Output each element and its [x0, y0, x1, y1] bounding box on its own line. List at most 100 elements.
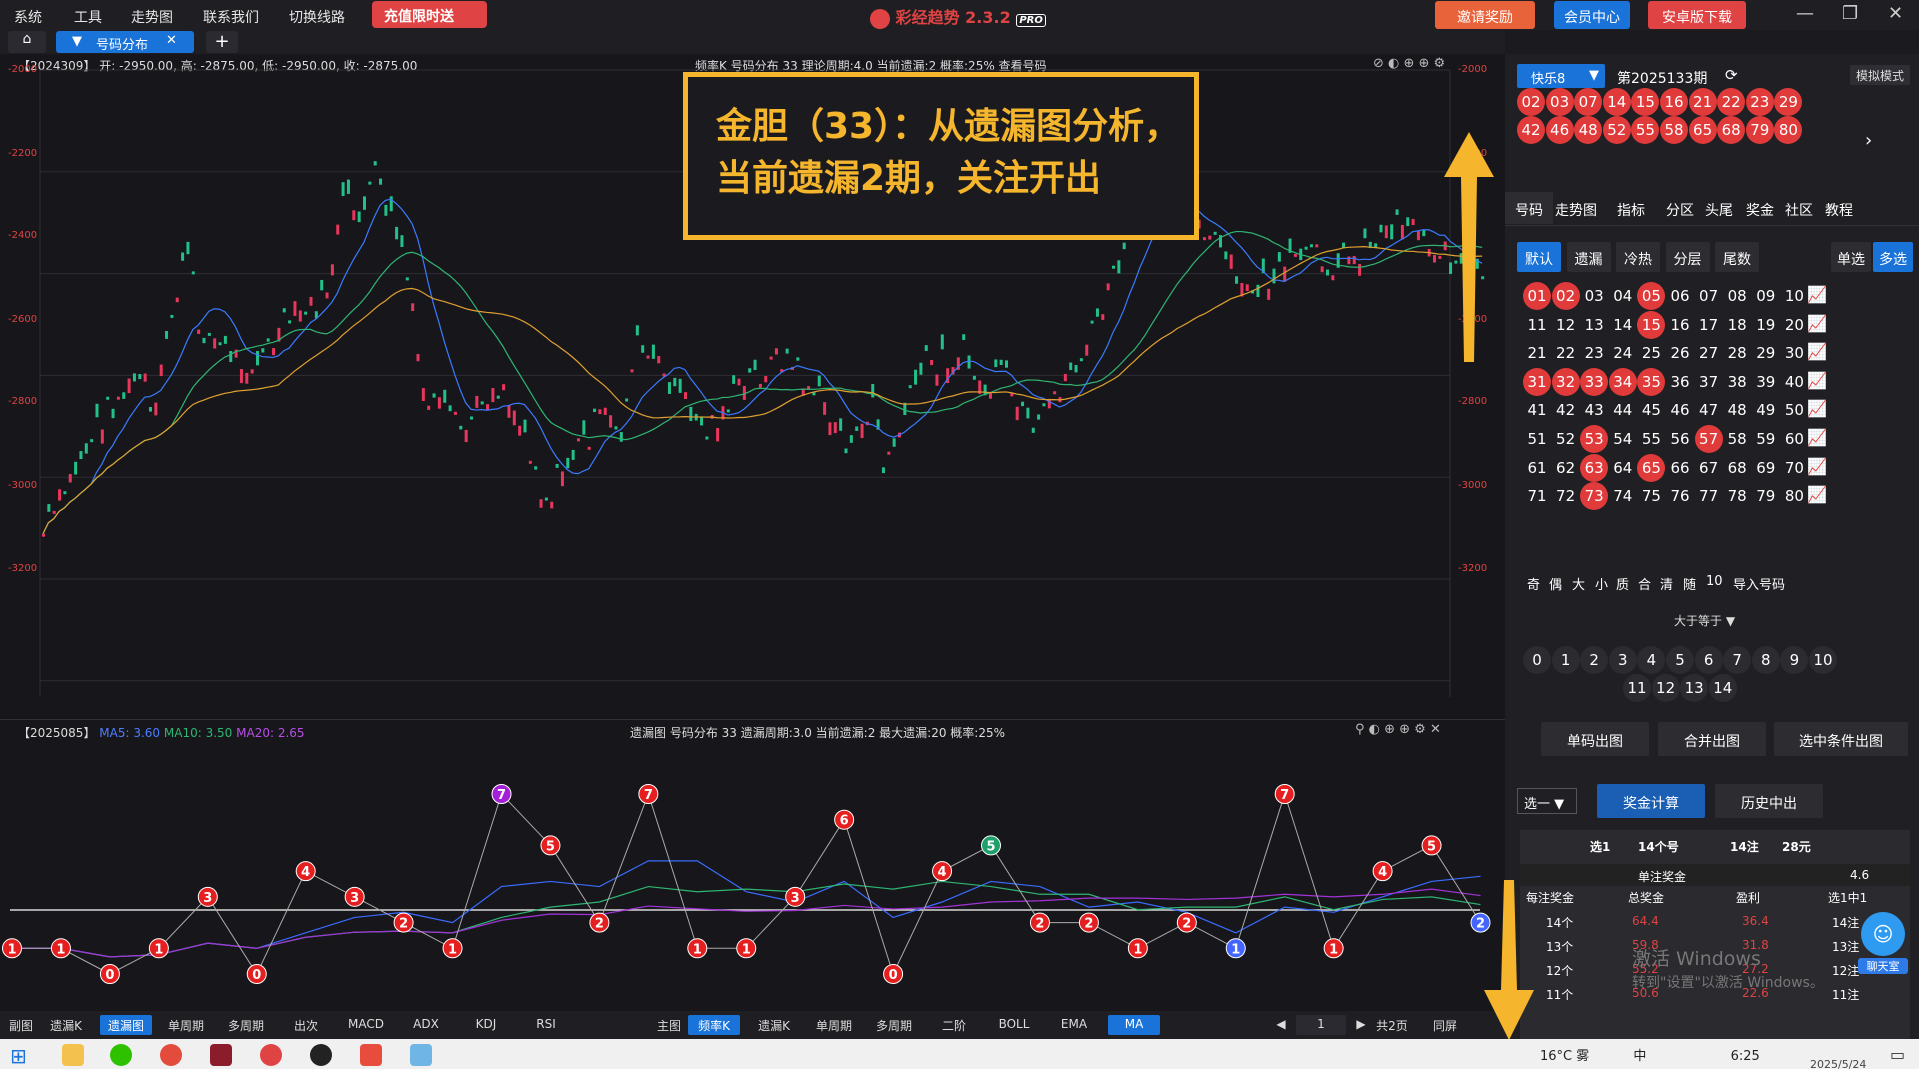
pick-select[interactable]: 选一 ▼ [1517, 788, 1577, 814]
sync-button[interactable]: 同屏 [1420, 1015, 1470, 1035]
number-ball[interactable]: 45 [1637, 396, 1665, 424]
multi-select-button[interactable]: 多选 [1873, 242, 1913, 272]
omission-point[interactable]: 4 [1372, 861, 1393, 882]
number-ball[interactable]: 51 [1523, 425, 1551, 453]
count-button[interactable]: 10 [1809, 646, 1837, 674]
number-ball[interactable]: 62 [1552, 454, 1580, 482]
single-chart-button[interactable]: 单码出图 [1541, 722, 1649, 756]
filter-tab[interactable]: 遗漏 [1566, 242, 1611, 272]
count-button[interactable]: 9 [1780, 646, 1809, 674]
quick-button[interactable]: 清 [1660, 574, 1673, 593]
count-button[interactable]: 5 [1666, 646, 1694, 674]
number-ball[interactable]: 61 [1523, 454, 1551, 482]
omission-point[interactable]: 0 [99, 964, 120, 984]
menu-system[interactable]: 系统 [14, 7, 42, 27]
selected-chart-button[interactable]: 选中条件出图 [1774, 722, 1908, 756]
menu-switch-line[interactable]: 切换线路 [289, 7, 345, 27]
filter-tab[interactable]: 默认 [1517, 242, 1561, 272]
omission-point[interactable]: 7 [1274, 784, 1295, 804]
omission-point[interactable]: 2 [393, 912, 414, 933]
number-ball[interactable]: 64 [1609, 454, 1637, 482]
nav-tab[interactable]: 教程 [1825, 200, 1853, 220]
calc-button[interactable]: 奖金计算 [1597, 784, 1705, 818]
mainchart-button[interactable]: MA [1108, 1015, 1160, 1035]
number-ball[interactable]: 43 [1580, 396, 1608, 424]
number-ball[interactable]: 77 [1695, 482, 1723, 510]
invite-button[interactable]: 邀请奖励 [1435, 1, 1535, 29]
omission-point[interactable]: 2 [589, 912, 610, 933]
number-ball[interactable]: 32 [1551, 367, 1580, 396]
home-tab[interactable]: ⌂ [8, 31, 46, 53]
number-ball[interactable]: 56 [1666, 425, 1694, 453]
subchart-button[interactable]: RSI [520, 1015, 572, 1035]
chrome-icon[interactable] [160, 1044, 182, 1066]
quick-button[interactable]: 随 [1683, 574, 1696, 593]
chat-button[interactable]: ☺ 聊天室 [1858, 912, 1908, 976]
number-ball[interactable]: 29 [1752, 339, 1780, 367]
number-ball[interactable]: 12 [1552, 311, 1580, 339]
nav-tab[interactable]: 指标 [1617, 200, 1645, 220]
charge-button[interactable]: 充值限时送 [372, 1, 487, 28]
member-button[interactable]: 会员中心 [1554, 1, 1630, 29]
count-button[interactable]: 7 [1723, 646, 1752, 674]
number-ball[interactable]: 47 [1695, 396, 1723, 424]
number-ball[interactable]: 14 [1609, 311, 1637, 339]
menu-tools[interactable]: 工具 [74, 7, 102, 27]
number-ball[interactable]: 40 [1780, 368, 1808, 396]
omission-point[interactable]: 1 [2, 938, 22, 959]
omission-point[interactable]: 6 [834, 809, 855, 830]
close-icon[interactable]: ✕ [1888, 3, 1903, 24]
number-ball[interactable]: 26 [1666, 339, 1694, 367]
mainchart-button[interactable]: 频率K [688, 1015, 740, 1035]
omission-line-chart[interactable]: 1 10130432175271 1360452 212171452 [0, 742, 1505, 1012]
number-ball[interactable]: 31 [1523, 367, 1551, 396]
number-ball[interactable]: 68 [1723, 454, 1751, 482]
restore-icon[interactable]: ❐ [1842, 3, 1858, 24]
omission-point[interactable]: 1 [1127, 938, 1148, 959]
nav-tab[interactable]: 分区 [1666, 200, 1694, 220]
number-ball[interactable]: 78 [1723, 482, 1751, 510]
nav-tab[interactable]: 走势图 [1555, 200, 1597, 220]
quick-button[interactable]: 合 [1638, 574, 1651, 593]
omission-point[interactable]: 5 [981, 835, 1001, 856]
nav-tab[interactable]: 头尾 [1705, 200, 1733, 220]
trend-chart-icon[interactable]: 📈 [1807, 285, 1827, 304]
qq-icon[interactable] [310, 1044, 332, 1066]
omission-point[interactable]: 1 [442, 938, 463, 959]
number-ball[interactable]: 30 [1780, 339, 1808, 367]
lottery-select[interactable]: 快乐8 ▼ [1517, 64, 1605, 88]
count-button[interactable]: 12 [1651, 674, 1680, 702]
number-ball[interactable]: 01 [1523, 282, 1551, 310]
start-icon[interactable]: ⊞ [10, 1044, 32, 1068]
subchart-button[interactable]: 遗漏K [40, 1015, 92, 1035]
mainchart-button[interactable]: 多周期 [868, 1015, 920, 1035]
number-ball[interactable]: 06 [1666, 282, 1694, 310]
subchart-button[interactable]: 出次 [280, 1015, 332, 1035]
number-ball[interactable]: 69 [1752, 454, 1780, 482]
number-ball[interactable]: 21 [1523, 339, 1551, 367]
number-ball[interactable]: 52 [1552, 425, 1580, 453]
number-ball[interactable]: 42 [1552, 396, 1580, 424]
filter-tab[interactable]: 尾数 [1715, 242, 1759, 272]
wechat-icon[interactable] [110, 1044, 132, 1066]
omission-point[interactable]: 1 [148, 938, 169, 959]
subchart-button[interactable]: 遗漏图 [100, 1015, 152, 1035]
page-select[interactable]: 1 [1296, 1015, 1346, 1035]
number-ball[interactable]: 75 [1637, 482, 1665, 510]
subchart-button[interactable]: ADX [400, 1015, 452, 1035]
number-ball[interactable]: 44 [1609, 396, 1637, 424]
number-ball[interactable]: 17 [1695, 311, 1723, 339]
merge-chart-button[interactable]: 合并出图 [1658, 722, 1766, 756]
number-ball[interactable]: 23 [1580, 339, 1608, 367]
omission-point[interactable]: 2 [1029, 912, 1050, 933]
number-ball[interactable]: 73 [1580, 482, 1609, 511]
history-button[interactable]: 历史中出 [1715, 784, 1823, 818]
next-page-icon[interactable]: ▶ [1356, 1015, 1366, 1035]
refresh-icon[interactable]: ⟳ [1725, 66, 1738, 84]
quick-button[interactable]: 奇 [1527, 574, 1540, 593]
omission-point[interactable]: 5 [540, 835, 561, 856]
number-ball[interactable]: 71 [1523, 482, 1551, 510]
omission-point[interactable]: 1 [736, 938, 757, 959]
omission-point[interactable]: 0 [246, 964, 267, 984]
number-ball[interactable]: 66 [1666, 454, 1694, 482]
